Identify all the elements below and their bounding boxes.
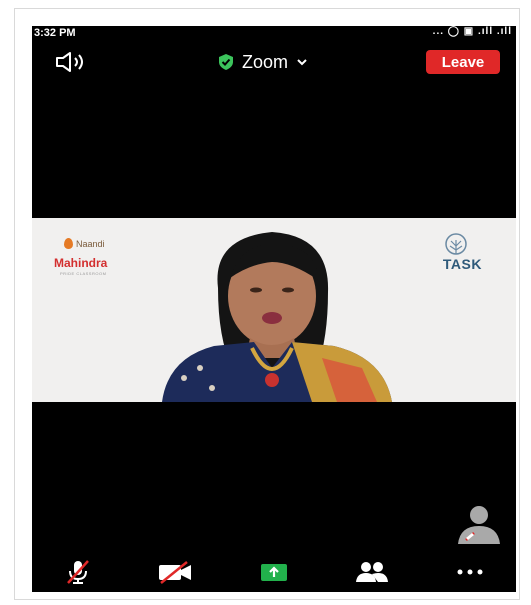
- mahindra-logo-text: Mahindra: [54, 256, 108, 270]
- meeting-top-bar: Zoom Leave: [32, 46, 516, 80]
- participants-icon: [356, 562, 388, 582]
- status-time: 3:32 PM: [34, 27, 76, 39]
- naandi-logo-text: Naandi: [76, 238, 105, 249]
- naandi-drop-icon: [64, 238, 73, 249]
- mute-button[interactable]: [60, 558, 96, 586]
- user-avatar-icon: [458, 506, 500, 544]
- shield-check-icon: [219, 54, 233, 70]
- active-speaker-video: Naandi Mahindra PRIDE CLASSROOM TASK: [32, 218, 516, 402]
- self-video-avatar[interactable]: [452, 504, 506, 544]
- meeting-title: Zoom: [242, 51, 289, 72]
- mahindra-logo-subtext: PRIDE CLASSROOM: [60, 271, 107, 276]
- leave-button[interactable]: Leave: [426, 50, 500, 74]
- more-button[interactable]: [452, 558, 488, 586]
- video-off-icon: [159, 561, 191, 584]
- speaker-button[interactable]: [54, 50, 88, 74]
- zoom-meeting-screen: 3:32 PM ... ◯ ▣ .ıll .ıll Zoom Leave Naa…: [32, 26, 516, 592]
- chevron-down-icon: [297, 59, 307, 66]
- naandi-logo: Naandi: [64, 238, 105, 249]
- share-button[interactable]: [256, 558, 292, 586]
- mic-muted-icon: [67, 560, 89, 584]
- participants-button[interactable]: [352, 558, 392, 586]
- meeting-title-dropdown[interactable]: Zoom: [218, 50, 308, 74]
- status-bar: 3:32 PM ... ◯ ▣ .ıll .ıll: [32, 26, 516, 40]
- meeting-toolbar: [32, 552, 516, 592]
- speaker-icon: [56, 52, 83, 72]
- status-indicators: ... ◯ ▣ .ıll .ıll: [432, 26, 512, 37]
- start-video-button[interactable]: [154, 558, 196, 586]
- more-icon: [457, 569, 483, 575]
- share-screen-icon: [261, 564, 287, 581]
- task-logo-text: TASK: [442, 256, 482, 272]
- speaker-person-image: [162, 232, 392, 402]
